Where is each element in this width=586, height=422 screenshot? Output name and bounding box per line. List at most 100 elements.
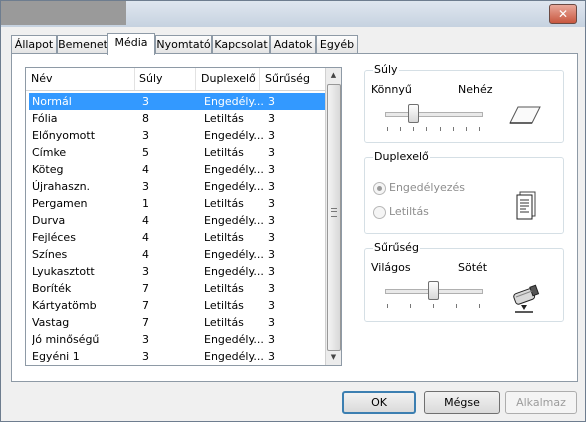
cell-duplex: Engedély...: [204, 265, 264, 278]
apply-button[interactable]: Alkalmaz: [505, 391, 577, 414]
column-header-name[interactable]: Név: [26, 68, 135, 90]
cell-weight: 1: [142, 197, 149, 210]
tab-data[interactable]: Adatok: [270, 35, 316, 54]
weight-group: Súly Könnyű Nehéz: [364, 63, 564, 143]
scrollbar-thumb[interactable]: [327, 84, 341, 351]
cell-duplex: Engedély...: [204, 248, 264, 261]
slider-tick: [387, 304, 388, 308]
cell-name: Színes: [32, 248, 68, 261]
slider-tick: [479, 127, 480, 131]
title-bar[interactable]: ✕: [1, 1, 585, 27]
column-header-density[interactable]: Sűrűség: [260, 68, 325, 90]
list-item[interactable]: Köteg 4 Engedély... 3: [29, 161, 330, 178]
weight-slider-thumb[interactable]: [408, 104, 420, 123]
list-item[interactable]: Egyéni 1 3 Engedély... 3: [29, 348, 330, 365]
close-button[interactable]: ✕: [549, 4, 577, 24]
list-header: Név Súly Duplexelő Sűrűség: [26, 68, 326, 91]
cell-density: 3: [268, 180, 275, 193]
list-item[interactable]: Kártyatömb 7 Letiltás 3: [29, 297, 330, 314]
column-header-duplex[interactable]: Duplexelő: [196, 68, 260, 90]
list-item[interactable]: Fejléces 4 Letiltás 3: [29, 229, 330, 246]
density-light-label: Világos: [371, 261, 411, 274]
cell-duplex: Letiltás: [204, 316, 244, 329]
media-tab-panel: Név Súly Duplexelő Sűrűség Normál 3 Engedé…: [11, 53, 578, 382]
cell-density: 3: [268, 163, 275, 176]
duplex-enable-radio[interactable]: [373, 182, 386, 195]
cell-density: 3: [268, 231, 275, 244]
cell-weight: 4: [142, 248, 149, 261]
cell-density: 3: [268, 248, 275, 261]
slider-tick: [456, 304, 457, 308]
slider-tick: [465, 127, 467, 131]
cell-weight: 3: [142, 180, 149, 193]
tab-input[interactable]: Bemenet: [57, 35, 109, 54]
slider-tick: [400, 127, 402, 131]
scroll-down-arrow-icon[interactable]: ▼: [326, 350, 341, 365]
cell-duplex: Engedély...: [204, 214, 264, 227]
density-dark-label: Sötét: [458, 261, 488, 274]
duplex-group: Duplexelő Engedélyezés Letiltás: [364, 150, 564, 234]
tab-status[interactable]: Állapot: [11, 35, 57, 54]
media-list[interactable]: Név Súly Duplexelő Sűrűség Normál 3 Engedé…: [25, 67, 342, 366]
list-item[interactable]: Normál 3 Engedély... 3: [29, 93, 330, 110]
list-item[interactable]: Színes 4 Engedély... 3: [29, 246, 330, 263]
cell-duplex: Letiltás: [204, 282, 244, 295]
slider-tick: [439, 127, 441, 131]
cell-name: Pergamen: [32, 197, 88, 210]
weight-heavy-label: Nehéz: [458, 83, 493, 96]
cell-weight: 3: [142, 95, 149, 108]
cell-duplex: Letiltás: [204, 146, 244, 159]
duplex-group-title: Duplexelő: [373, 150, 430, 163]
cell-duplex: Letiltás: [204, 231, 244, 244]
list-scrollbar[interactable]: ▲ ▼: [325, 68, 341, 365]
cell-weight: 8: [142, 112, 149, 125]
list-item[interactable]: Jó minőségű 3 Engedély... 3: [29, 331, 330, 348]
duplex-disable-radio[interactable]: [373, 206, 386, 219]
list-item[interactable]: Címke 5 Letiltás 3: [29, 144, 330, 161]
cell-density: 3: [268, 316, 275, 329]
cell-name: Címke: [32, 146, 67, 159]
slider-tick: [452, 127, 454, 131]
column-header-weight[interactable]: Súly: [134, 68, 196, 90]
cell-name: Köteg: [32, 163, 64, 176]
cancel-button[interactable]: Mégse: [424, 391, 500, 414]
tab-printer[interactable]: Nyomtató: [155, 35, 212, 54]
cell-name: Kártyatömb: [32, 299, 97, 312]
close-icon: ✕: [557, 7, 569, 21]
cell-name: Fejléces: [32, 231, 76, 244]
list-item[interactable]: Durva 4 Engedély... 3: [29, 212, 330, 229]
list-item[interactable]: Lyukasztott 3 Engedély... 3: [29, 263, 330, 280]
cell-weight: 7: [142, 282, 149, 295]
cell-density: 3: [268, 214, 275, 227]
tab-other[interactable]: Egyéb: [316, 35, 358, 54]
scrollbar-grip-icon: [331, 208, 337, 217]
duplex-enable-label[interactable]: Engedélyezés: [389, 181, 465, 194]
cell-density: 3: [268, 129, 275, 142]
slider-tick: [413, 127, 415, 131]
scroll-up-arrow-icon[interactable]: ▲: [326, 68, 341, 83]
cell-name: Durva: [32, 214, 66, 227]
paper-sheet-icon: [509, 106, 541, 124]
cell-name: Fólia: [32, 112, 58, 125]
list-item[interactable]: Újrahaszn. 3 Engedély... 3: [29, 178, 330, 195]
cell-name: Lyukasztott: [32, 265, 95, 278]
dialog-window: ✕ Állapot Bemenet Média Nyomtató Kapcsol…: [0, 0, 586, 422]
list-item[interactable]: Pergamen 1 Letiltás 3: [29, 195, 330, 212]
cell-density: 3: [268, 333, 275, 346]
duplex-disable-label[interactable]: Letiltás: [389, 205, 429, 218]
list-item[interactable]: Előnyomott 3 Engedély... 3: [29, 127, 330, 144]
list-item[interactable]: Vastag 7 Letiltás 3: [29, 314, 330, 331]
cell-weight: 4: [142, 214, 149, 227]
cell-weight: 3: [142, 129, 149, 142]
cell-weight: 3: [142, 265, 149, 278]
list-item[interactable]: Fólia 8 Letiltás 3: [29, 110, 330, 127]
list-item[interactable]: Boríték 7 Letiltás 3: [29, 280, 330, 297]
density-slider-thumb[interactable]: [428, 281, 439, 300]
cell-duplex: Engedély...: [204, 95, 264, 108]
weight-slider-track[interactable]: [385, 112, 483, 117]
tab-media[interactable]: Média: [107, 33, 155, 55]
ok-button[interactable]: OK: [342, 391, 416, 414]
tab-connection[interactable]: Kapcsolat: [212, 35, 270, 54]
cell-density: 3: [268, 112, 275, 125]
cell-name: Normál: [32, 95, 72, 108]
